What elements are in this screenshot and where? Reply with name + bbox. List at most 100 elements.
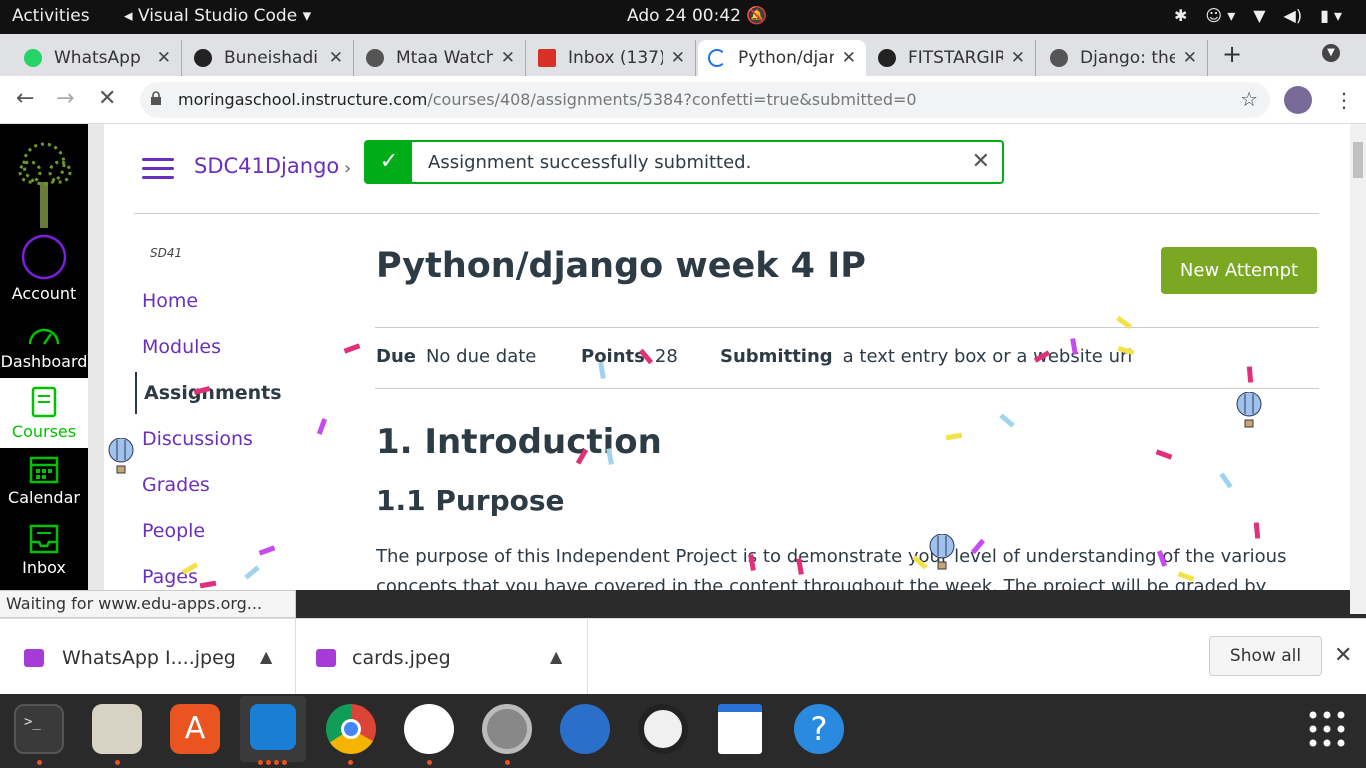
- close-icon[interactable]: ✕: [501, 48, 515, 68]
- global-nav-courses[interactable]: Courses: [0, 378, 88, 448]
- settings-gear-icon[interactable]: [482, 704, 532, 754]
- course-nav-pages[interactable]: Pages: [142, 566, 302, 588]
- global-nav-account[interactable]: Account: [0, 234, 88, 303]
- global-nav-calendar[interactable]: Calendar: [0, 454, 88, 507]
- tab-mtaa-watch[interactable]: Mtaa Watch ✕: [356, 40, 526, 76]
- hot-air-balloon-icon: [929, 534, 955, 570]
- libreoffice-writer-icon[interactable]: [718, 704, 762, 754]
- chevron-up-icon[interactable]: ▲: [550, 647, 562, 666]
- confetti-piece: [1219, 472, 1233, 489]
- vscode-icon: ◂: [124, 6, 138, 26]
- battery-icon[interactable]: ▮ ▾: [1320, 6, 1342, 25]
- help-icon[interactable]: ?: [794, 704, 844, 754]
- points-value: 28: [654, 346, 678, 367]
- scrollbar-thumb[interactable]: [1353, 142, 1363, 178]
- meta-divider-top: [375, 327, 1319, 328]
- breadcrumb-course[interactable]: SDC41Django: [194, 154, 339, 178]
- chrome-icon[interactable]: [326, 704, 376, 754]
- close-shelf-icon[interactable]: ✕: [1334, 643, 1352, 668]
- accessibility-icon[interactable]: ☺ ▾: [1205, 6, 1235, 25]
- global-nav-label: Account: [11, 284, 77, 303]
- tab-github-1[interactable]: Buneishadi ✕: [184, 40, 354, 76]
- tab-title: Django: the: [1080, 48, 1175, 68]
- address-bar[interactable]: moringaschool.instructure.com/courses/40…: [140, 82, 1270, 118]
- rhythmbox-icon[interactable]: [638, 704, 688, 754]
- screen-capture-icon[interactable]: ✱: [1174, 6, 1187, 25]
- tab-django[interactable]: Django: the ✕: [1040, 40, 1208, 76]
- success-toast: ✓ Assignment successfully submitted. ✕: [364, 140, 1004, 184]
- toast-close-icon[interactable]: ✕: [972, 149, 990, 174]
- tab-whatsapp[interactable]: WhatsApp ✕: [14, 40, 182, 76]
- activities-button[interactable]: Activities: [12, 6, 90, 26]
- close-icon[interactable]: ✕: [329, 48, 343, 68]
- thunderbird-icon[interactable]: [560, 704, 610, 754]
- global-nav-label: Inbox: [22, 558, 66, 577]
- download-filename: WhatsApp I....jpeg: [62, 647, 236, 669]
- due-value: No due date: [425, 346, 537, 367]
- app-menu-label: Visual Studio Code: [137, 6, 298, 26]
- vscode-icon: [250, 704, 296, 750]
- points-info: Points 28: [581, 346, 678, 367]
- slack-icon[interactable]: [404, 704, 454, 754]
- course-nav-grades[interactable]: Grades: [142, 474, 302, 496]
- app-menu[interactable]: ◂ Visual Studio Code ▾: [124, 6, 311, 26]
- page-scrollbar[interactable]: [1350, 124, 1366, 614]
- running-indicator: [266, 760, 271, 765]
- course-nav-home[interactable]: Home: [142, 290, 302, 312]
- show-applications-grid-icon[interactable]: [1308, 710, 1346, 748]
- volume-icon[interactable]: ◀): [1284, 6, 1303, 25]
- section-heading-introduction: 1. Introduction: [376, 422, 662, 462]
- tab-search-chevron-icon[interactable]: ▼: [1322, 44, 1340, 62]
- download-item[interactable]: cards.jpeg ▲: [296, 619, 588, 695]
- show-all-downloads-button[interactable]: Show all: [1209, 636, 1322, 676]
- stop-loading-icon[interactable]: ✕: [98, 86, 116, 111]
- nav-scrollbar[interactable]: [88, 124, 104, 590]
- clock[interactable]: Ado 24 00:42 🔕: [627, 6, 768, 26]
- github-icon: [878, 49, 896, 67]
- terminal-icon[interactable]: >_: [14, 704, 64, 754]
- chrome-menu-icon[interactable]: ⋮: [1334, 88, 1354, 112]
- tab-gmail[interactable]: Inbox (137) ✕: [528, 40, 696, 76]
- vscode-dock-slot[interactable]: [240, 696, 306, 762]
- new-tab-plus-icon[interactable]: +: [1222, 40, 1242, 68]
- tab-python-django[interactable]: Python/django ✕: [698, 40, 866, 76]
- system-top-bar: Activities ◂ Visual Studio Code ▾ Ado 24…: [0, 0, 1366, 34]
- download-item[interactable]: WhatsApp I....jpeg ▲: [0, 619, 296, 695]
- system-tray[interactable]: ✱ ☺ ▾ ▼ ◀) ▮ ▾: [1174, 6, 1342, 25]
- tab-strip: WhatsApp ✕ Buneishadi ✕ Mtaa Watch ✕ Inb…: [0, 34, 1366, 76]
- close-icon[interactable]: ✕: [842, 48, 856, 68]
- global-nav-dashboard[interactable]: Dashboard: [0, 320, 88, 371]
- course-nav-assignments[interactable]: Assignments: [135, 372, 295, 414]
- files-icon[interactable]: [92, 704, 142, 754]
- checkmark-icon: ✓: [366, 142, 412, 182]
- hamburger-menu-icon[interactable]: [142, 158, 174, 179]
- loading-spinner-icon: [708, 49, 726, 67]
- profile-avatar[interactable]: [1284, 86, 1312, 114]
- close-icon[interactable]: ✕: [157, 48, 171, 68]
- clock-label: Ado 24 00:42: [627, 6, 741, 26]
- new-attempt-button[interactable]: New Attempt: [1161, 247, 1317, 294]
- course-nav-discussions[interactable]: Discussions: [142, 428, 302, 450]
- tab-github-2[interactable]: FITSTARGIRL ✕: [868, 40, 1036, 76]
- back-arrow-icon[interactable]: ←: [16, 86, 34, 111]
- confetti-piece: [999, 413, 1015, 428]
- tab-title: WhatsApp: [54, 48, 141, 68]
- close-icon[interactable]: ✕: [1183, 48, 1197, 68]
- global-nav-inbox[interactable]: Inbox: [0, 524, 88, 577]
- close-icon[interactable]: ✕: [1011, 48, 1025, 68]
- section-heading-purpose: 1.1 Purpose: [376, 484, 565, 517]
- course-nav-people[interactable]: People: [142, 520, 302, 542]
- github-icon: [194, 49, 212, 67]
- close-icon[interactable]: ✕: [671, 48, 685, 68]
- calendar-icon: [29, 456, 59, 484]
- forward-arrow-icon[interactable]: →: [56, 86, 74, 111]
- bookmark-star-icon[interactable]: ☆: [1240, 87, 1258, 111]
- software-center-icon[interactable]: A: [170, 704, 220, 754]
- chevron-up-icon[interactable]: ▲: [260, 647, 272, 666]
- moringa-tree-logo[interactable]: [10, 134, 78, 234]
- wifi-icon[interactable]: ▼: [1253, 6, 1265, 25]
- purpose-paragraph: The purpose of this Independent Project …: [376, 546, 1287, 590]
- header-divider: [134, 213, 1319, 214]
- course-nav-modules[interactable]: Modules: [142, 336, 302, 358]
- status-bubble: Waiting for www.edu-apps.org...: [0, 590, 296, 618]
